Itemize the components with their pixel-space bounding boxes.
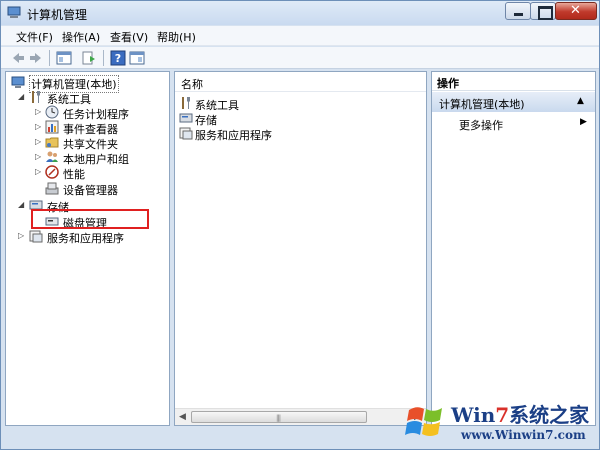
export-list-icon[interactable] [81,50,97,66]
column-header-label: 名称 [181,78,203,91]
tree-label: 服务和应用程序 [47,232,124,245]
action-pane-title: 操作 [437,77,459,90]
performance-icon [45,165,59,179]
menu-action[interactable]: 操作(A) [62,29,100,45]
submenu-arrow-icon[interactable]: ▶ [580,117,587,127]
show-hide-action-pane-icon[interactable] [129,50,145,66]
grip-icon: ||| [276,414,281,422]
expand-arrow-icon[interactable]: ▷ [35,153,43,161]
list-item-label: 存储 [195,114,217,127]
svg-text:?: ? [115,52,121,65]
menu-view[interactable]: 查看(V) [110,29,148,45]
collapse-arrow-icon[interactable]: ◢ [18,201,26,209]
computer-management-icon [11,76,25,88]
expand-arrow-icon[interactable]: ▷ [18,232,26,240]
annotation-highlight-box [31,209,149,229]
expand-arrow-icon[interactable]: ▷ [35,108,43,116]
tree-label: 本地用户和组 [63,153,129,166]
action-section-computer-management[interactable]: 计算机管理(本地) ▲ [432,92,595,112]
toolbar-separator [103,50,104,66]
services-icon [179,127,193,140]
scroll-left-arrow-icon[interactable]: ◀ [179,412,186,422]
scrollbar-thumb[interactable]: ||| [191,411,367,423]
watermark-title: Win7系统之家 [451,399,589,428]
title-bar[interactable]: 计算机管理 [1,1,599,25]
shared-folder-icon [45,137,59,148]
tools-icon [32,91,40,103]
collapse-up-icon[interactable]: ▲ [577,96,584,106]
more-actions-link[interactable]: 更多操作 [459,117,503,133]
users-icon [46,151,58,162]
expand-arrow-icon[interactable]: ▷ [35,123,43,131]
computer-management-icon [7,6,21,18]
site-watermark: Win7系统之家 www.Winwin7.com [403,396,599,448]
help-icon[interactable]: ? [110,50,126,66]
tree-label: 设备管理器 [63,184,118,197]
tree-label: 事件查看器 [63,123,118,136]
menu-file[interactable]: 文件(F) [16,29,53,45]
collapse-arrow-icon[interactable]: ◢ [18,93,26,101]
maximize-button[interactable] [530,2,556,20]
list-item-label: 系统工具 [195,99,239,112]
tree-label: 共享文件夹 [63,138,118,151]
device-manager-icon [45,182,59,195]
menu-help[interactable]: 帮助(H) [157,29,196,45]
toolbar-separator [49,50,50,66]
expand-arrow-icon[interactable]: ▷ [35,168,43,176]
window-title: 计算机管理 [27,8,88,22]
list-item-label: 服务和应用程序 [195,129,272,142]
action-section-label: 计算机管理(本地) [439,98,525,111]
storage-icon [179,113,193,123]
back-arrow-icon[interactable] [10,50,26,66]
watermark-title-prefix: Win [451,403,496,427]
tools-icon [182,97,190,109]
horizontal-scrollbar[interactable]: ◀ ||| ▶ [175,408,426,425]
action-pane-header: 操作 [432,72,595,91]
console-tree-pane[interactable]: 计算机管理(本地) ◢ 系统工具 ▷ 任务计划程序 ▷ 事件查看器 ▷ 共享文件… [5,71,170,426]
minimize-button[interactable] [505,2,531,20]
watermark-url: www.Winwin7.com [461,428,586,442]
watermark-title-suffix: 系统之家 [509,403,590,427]
column-header-name[interactable]: 名称 [175,72,426,92]
action-pane: 操作 计算机管理(本地) ▲ 更多操作 ▶ [431,71,596,426]
content-list-pane[interactable]: 名称 系统工具 存储 服务和应用程序 ◀ ||| [174,71,427,426]
watermark-title-seven: 7 [495,403,510,427]
clock-icon [45,105,59,119]
toolbar: ? [1,47,599,69]
event-log-icon [45,120,59,134]
computer-management-window: 计算机管理 文件(F) 操作(A) 查看(V) 帮助(H) ? [0,0,600,450]
show-hide-console-tree-icon[interactable] [56,50,72,66]
close-button[interactable] [555,2,597,20]
menu-bar: 文件(F) 操作(A) 查看(V) 帮助(H) [1,26,599,46]
tree-label: 任务计划程序 [63,108,129,121]
forward-arrow-icon[interactable] [28,50,44,66]
tree-label: 性能 [63,168,85,181]
services-icon [29,230,43,243]
expand-arrow-icon[interactable]: ▷ [35,138,43,146]
windows-logo-icon [405,407,442,436]
